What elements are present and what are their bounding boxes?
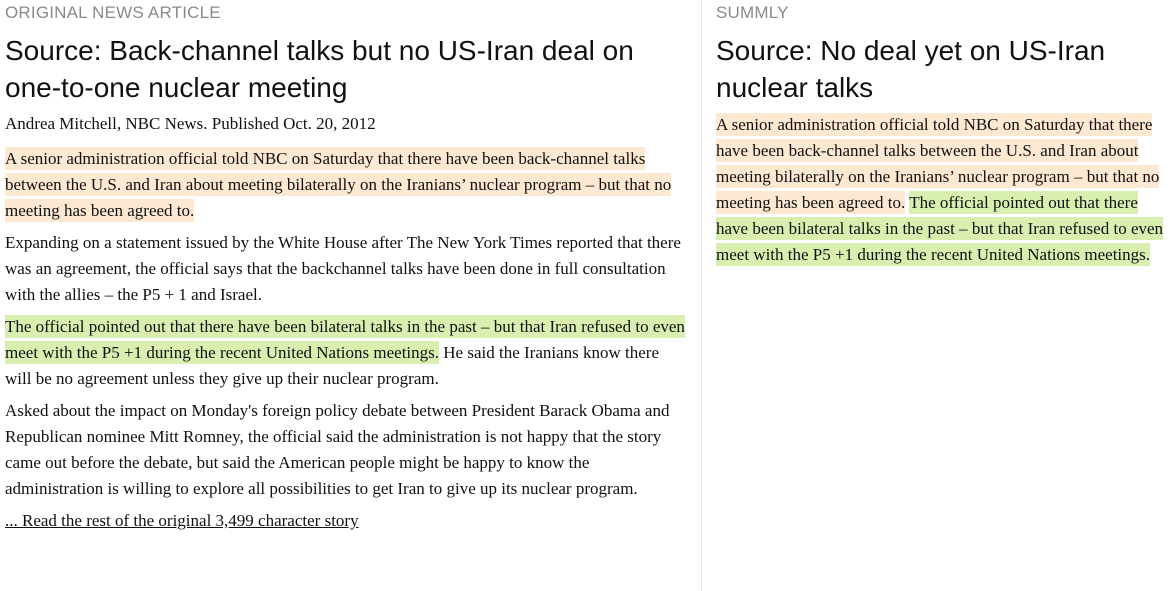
summly-column: SUMMLY Source: No deal yet on US-Iran nu…	[703, 0, 1176, 274]
article-paragraph-2: Expanding on a statement issued by the W…	[5, 233, 681, 304]
article-paragraph-4: Asked about the impact on Monday's forei…	[5, 401, 670, 498]
read-more-link[interactable]: ... Read the rest of the original 3,499 …	[5, 511, 359, 530]
article-paragraph-1: A senior administration official told NB…	[5, 146, 689, 224]
summly-summary: A senior administration official told NB…	[716, 112, 1170, 268]
original-article-column: ORIGINAL NEWS ARTICLE Source: Back-chann…	[0, 0, 702, 591]
section-label-original: ORIGINAL NEWS ARTICLE	[5, 3, 221, 22]
original-headline: Source: Back-channel talks but no US-Ira…	[5, 35, 634, 103]
summly-headline: Source: No deal yet on US-Iran nuclear t…	[716, 35, 1106, 103]
section-label-summly: SUMMLY	[716, 3, 789, 22]
highlighted-sentence-1: A senior administration official told NB…	[5, 147, 672, 222]
article-paragraph-3: The official pointed out that there have…	[5, 314, 689, 392]
article-byline: Andrea Mitchell, NBC News. Published Oct…	[5, 114, 376, 133]
